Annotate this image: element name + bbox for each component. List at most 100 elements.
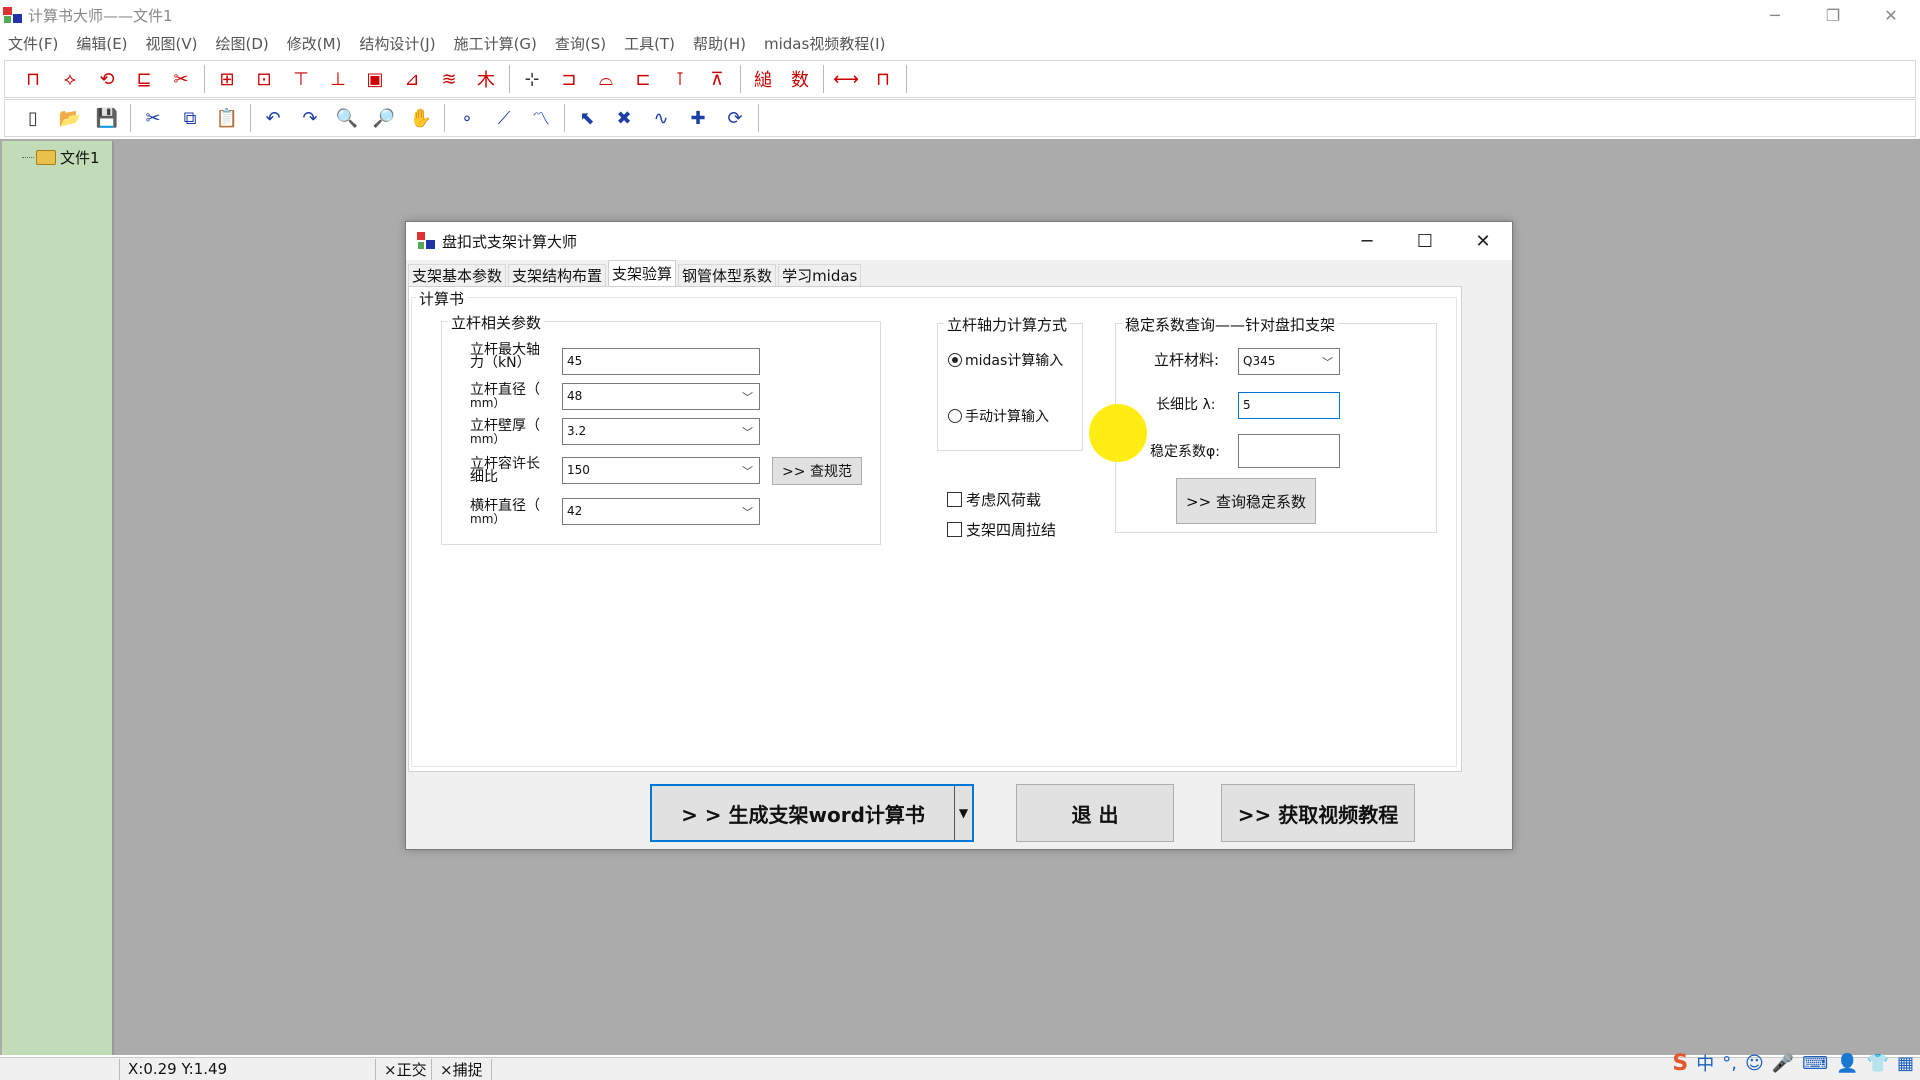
bridge-icon[interactable]: ⊓ (869, 65, 897, 93)
tower-icon[interactable]: ⊿ (398, 65, 426, 93)
menu-file[interactable]: 文件(F) (8, 33, 58, 54)
pier-icon[interactable]: ⊐ (555, 65, 583, 93)
close-icon[interactable]: ✕ (1862, 0, 1920, 30)
minimize-icon[interactable]: ─ (1746, 0, 1804, 30)
formwork-icon[interactable]: ⊞ (213, 65, 241, 93)
material-select[interactable]: Q345 ﹀ (1238, 348, 1340, 375)
menu-view[interactable]: 视图(V) (146, 33, 198, 54)
point-icon[interactable]: ∘ (453, 104, 481, 132)
radio-midas-input[interactable]: midas计算输入 (948, 350, 1063, 370)
crossbar-diameter-select[interactable]: 42 ﹀ (562, 498, 760, 525)
radio-button[interactable] (948, 409, 962, 423)
checkbox[interactable] (947, 492, 962, 507)
status-snap[interactable]: ×捕捉 (432, 1058, 492, 1080)
arch-icon[interactable]: ⌓ (592, 65, 620, 93)
video-tutorial-button[interactable]: >> 获取视频教程 (1221, 784, 1415, 842)
cut-icon[interactable]: ✂ (167, 65, 195, 93)
tab-verification[interactable]: 支架验算 (608, 260, 677, 286)
delete-x-icon[interactable]: ✖ (610, 104, 638, 132)
tab-basic-params[interactable]: 支架基本参数 (408, 264, 507, 286)
zoom-in-icon[interactable]: 🔎 (370, 104, 398, 132)
pile-icon[interactable]: ⊺ (666, 65, 694, 93)
chevron-down-icon: ﹀ (742, 391, 753, 404)
punct-icon[interactable]: °, (1722, 1053, 1737, 1074)
menu-midas-video[interactable]: midas视频教程(I) (764, 33, 885, 54)
sogou-icon[interactable]: S (1672, 1051, 1688, 1076)
save-icon[interactable]: 💾 (93, 104, 121, 132)
split-dropdown-icon[interactable]: ▼ (954, 786, 972, 840)
pole-thickness-select[interactable]: 3.2 ﹀ (562, 418, 760, 445)
exit-button[interactable]: 退 出 (1016, 784, 1174, 842)
checkbox-wind-load[interactable]: 考虑风荷载 (947, 489, 1041, 510)
restore-icon[interactable]: ❐ (1804, 0, 1862, 30)
max-axial-force-input[interactable]: 45 (562, 348, 760, 375)
zh-icon[interactable]: 中 (1696, 1050, 1714, 1076)
refresh-icon[interactable]: ⟳ (721, 104, 749, 132)
menu-structure[interactable]: 结构设计(J) (359, 33, 435, 54)
emoji-icon[interactable]: ☺ (1745, 1053, 1764, 1074)
grid-icon[interactable]: ▦ (1897, 1053, 1914, 1074)
pipe-icon[interactable]: ⟷ (832, 65, 860, 93)
open-folder-icon[interactable]: 📂 (56, 104, 84, 132)
link-icon[interactable]: ∿ (647, 104, 675, 132)
menu-edit[interactable]: 编辑(E) (76, 33, 127, 54)
paste-icon[interactable]: 📋 (213, 104, 241, 132)
axis-icon[interactable]: ⊹ (518, 65, 546, 93)
status-ortho[interactable]: ×正交 (376, 1058, 432, 1080)
menu-help[interactable]: 帮助(H) (693, 33, 746, 54)
beam-icon[interactable]: ⊓ (19, 65, 47, 93)
slenderness-input[interactable]: 5 (1238, 392, 1340, 419)
frame-icon[interactable]: ▣ (361, 65, 389, 93)
scaffold-icon[interactable]: ⊥ (324, 65, 352, 93)
timber-icon[interactable]: 木 (472, 65, 500, 93)
box-icon[interactable]: ⊡ (250, 65, 278, 93)
user-icon[interactable]: 👤 (1836, 1053, 1858, 1074)
cut-icon[interactable]: ✂ (139, 104, 167, 132)
query-stability-button[interactable]: >> 查询稳定系数 (1176, 478, 1316, 524)
menu-query[interactable]: 查询(S) (555, 33, 606, 54)
stack-icon[interactable]: ≋ (435, 65, 463, 93)
menu-draw[interactable]: 绘图(D) (216, 33, 269, 54)
calc-icon[interactable]: 縋 (749, 65, 777, 93)
menu-construction[interactable]: 施工计算(G) (454, 33, 537, 54)
menu-tools[interactable]: 工具(T) (624, 33, 675, 54)
generate-word-button[interactable]: > > 生成支架word计算书 ▼ (650, 784, 974, 842)
rotate-icon[interactable]: ⟲ (93, 65, 121, 93)
redo-icon[interactable]: ↷ (296, 104, 324, 132)
rebar-icon[interactable]: ⊏ (629, 65, 657, 93)
menu-modify[interactable]: 修改(M) (287, 33, 342, 54)
select-arrow-icon[interactable]: ⬉ (573, 104, 601, 132)
polyline-icon[interactable]: 〽 (527, 104, 555, 132)
checkbox-perimeter-tie[interactable]: 支架四周拉结 (947, 519, 1056, 540)
minimize-icon[interactable]: ─ (1338, 222, 1396, 260)
undo-icon[interactable]: ↶ (259, 104, 287, 132)
slenderness-label: 长细比 λ: (1156, 397, 1216, 413)
tab-learn-midas[interactable]: 学习midas (778, 264, 862, 286)
maximize-icon[interactable]: ☐ (1396, 222, 1454, 260)
zoom-out-icon[interactable]: 🔍 (333, 104, 361, 132)
stability-coef-input[interactable] (1238, 434, 1340, 468)
shirt-icon[interactable]: 👕 (1867, 1053, 1889, 1074)
load-icon[interactable]: ⊼ (703, 65, 731, 93)
tree-item-file1[interactable]: 文件1 (22, 147, 100, 168)
mic-icon[interactable]: 🎤 (1772, 1053, 1794, 1074)
pan-hand-icon[interactable]: ✋ (407, 104, 435, 132)
column-icon[interactable]: ⊑ (130, 65, 158, 93)
allowable-slenderness-select[interactable]: 150 ﹀ (562, 457, 760, 484)
close-icon[interactable]: ✕ (1454, 222, 1512, 260)
line-icon[interactable]: ⟋ (490, 104, 518, 132)
truss-icon[interactable]: ⟡ (56, 65, 84, 93)
checkbox[interactable] (947, 522, 962, 537)
radio-button[interactable] (948, 353, 962, 367)
check-spec-button[interactable]: >> 查规范 (772, 457, 862, 485)
tab-pipe-shape-coef[interactable]: 钢管体型系数 (678, 264, 777, 286)
radio-manual-input[interactable]: 手动计算输入 (948, 406, 1049, 426)
tab-structure-layout[interactable]: 支架结构布置 (508, 264, 607, 286)
move-icon[interactable]: ✚ (684, 104, 712, 132)
copy-icon[interactable]: ⧉ (176, 104, 204, 132)
new-file-icon[interactable]: ▯ (19, 104, 47, 132)
keyboard-icon[interactable]: ⌨ (1802, 1053, 1828, 1074)
bracket-icon[interactable]: ⊤ (287, 65, 315, 93)
number-icon[interactable]: 数 (786, 65, 814, 93)
pole-diameter-select[interactable]: 48 ﹀ (562, 383, 760, 410)
